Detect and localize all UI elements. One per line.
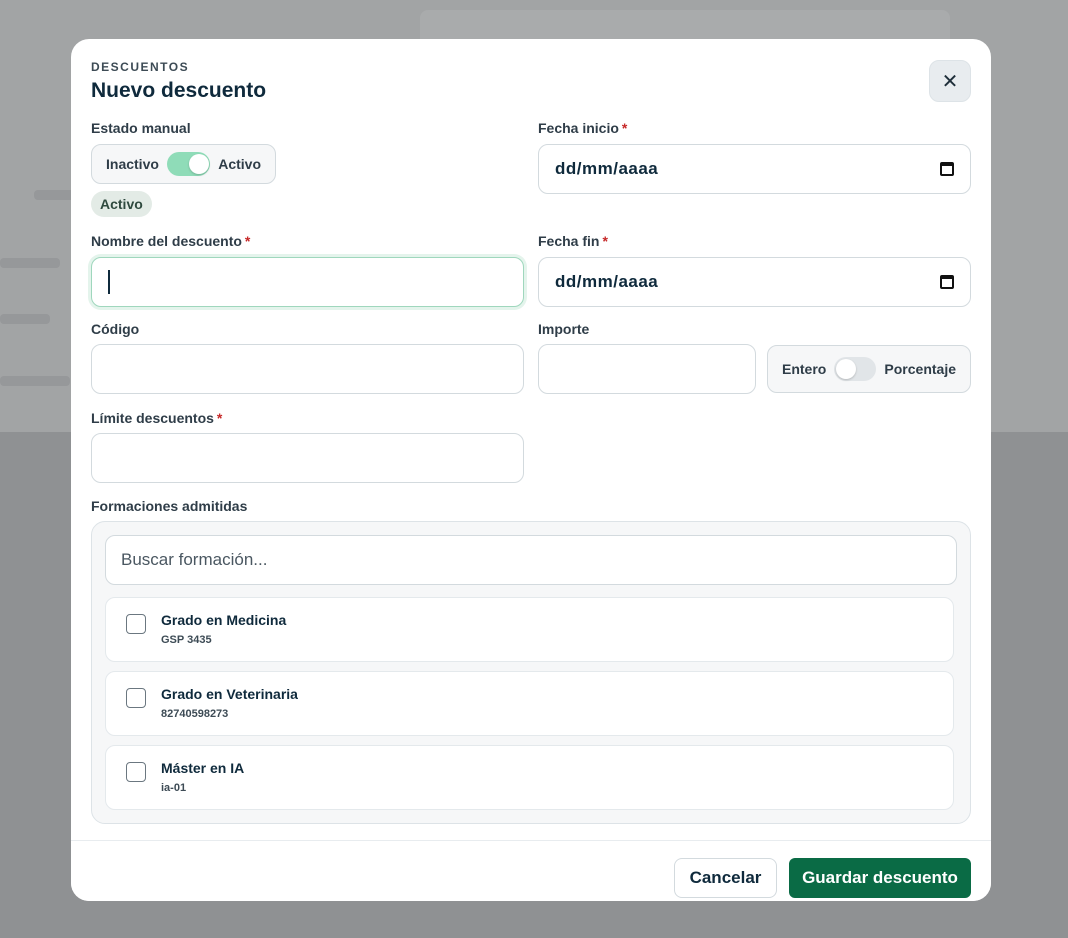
list-item[interactable]: Máster en IA ia-01 xyxy=(105,745,954,810)
list-item[interactable]: Grado en Medicina GSP 3435 xyxy=(105,597,954,662)
modal-footer: Cancelar Guardar descuento xyxy=(71,840,991,901)
list-item[interactable]: Grado en Veterinaria 82740598273 xyxy=(105,671,954,736)
formaciones-search-input[interactable]: Buscar formación... xyxy=(105,535,957,585)
calendar-icon[interactable] xyxy=(940,275,954,289)
formacion-code: GSP 3435 xyxy=(161,634,212,646)
fecha-fin-value: dd/mm/aaaa xyxy=(555,272,659,291)
switch-knob xyxy=(188,154,209,174)
importe-label: Importe xyxy=(538,321,590,337)
fecha-inicio-value: dd/mm/aaaa xyxy=(555,159,659,178)
importe-mode-off-label: Entero xyxy=(782,361,827,377)
close-button[interactable]: ✕ xyxy=(929,60,971,102)
calendar-icon[interactable] xyxy=(940,162,954,176)
nombre-label: Nombre del descuento * xyxy=(91,233,251,249)
modal-eyebrow: DESCUENTOS xyxy=(91,60,190,74)
background-row xyxy=(0,258,60,268)
close-icon: ✕ xyxy=(941,70,959,93)
formaciones-search-placeholder: Buscar formación... xyxy=(121,550,268,569)
codigo-label: Código xyxy=(91,321,140,337)
estado-label: Estado manual xyxy=(91,120,191,136)
importe-input[interactable] xyxy=(538,344,756,394)
formacion-code: 82740598273 xyxy=(161,708,229,720)
nombre-input[interactable] xyxy=(91,257,524,307)
formacion-checkbox[interactable] xyxy=(126,614,146,634)
switch-knob xyxy=(836,359,857,379)
fecha-inicio-input[interactable]: dd/mm/aaaa xyxy=(538,144,971,194)
text-caret xyxy=(108,270,110,294)
save-discount-button[interactable]: Guardar descuento xyxy=(789,858,971,898)
formacion-code: ia-01 xyxy=(161,782,187,794)
modal-title: Nuevo descuento xyxy=(91,79,267,102)
estado-switch[interactable] xyxy=(166,152,211,176)
estado-off-label: Inactivo xyxy=(106,156,159,172)
limite-input[interactable] xyxy=(91,433,524,483)
estado-toggle-group: Inactivo Activo xyxy=(91,144,276,184)
limite-label: Límite descuentos * xyxy=(91,410,223,426)
formacion-name: Máster en IA xyxy=(161,760,245,776)
formacion-checkbox[interactable] xyxy=(126,688,146,708)
formaciones-label: Formaciones admitidas xyxy=(91,498,248,514)
importe-mode-switch[interactable] xyxy=(834,357,877,381)
background-tab xyxy=(34,190,74,200)
importe-mode-toggle-group: Entero Porcentaje xyxy=(767,345,971,393)
fecha-fin-input[interactable]: dd/mm/aaaa xyxy=(538,257,971,307)
formaciones-panel: Buscar formación... Grado en Medicina GS… xyxy=(91,521,971,824)
background-row xyxy=(0,314,50,324)
importe-mode-on-label: Porcentaje xyxy=(884,361,956,377)
fecha-inicio-label: Fecha inicio * xyxy=(538,120,628,136)
codigo-input[interactable] xyxy=(91,344,524,394)
formacion-checkbox[interactable] xyxy=(126,762,146,782)
status-badge: Activo xyxy=(91,191,152,217)
formacion-name: Grado en Veterinaria xyxy=(161,686,298,702)
cancel-button[interactable]: Cancelar xyxy=(674,858,777,898)
new-discount-modal: DESCUENTOS Nuevo descuento ✕ Estado manu… xyxy=(71,39,991,901)
background-row xyxy=(0,376,70,386)
formacion-name: Grado en Medicina xyxy=(161,612,287,628)
fecha-fin-label: Fecha fin * xyxy=(538,233,608,249)
estado-on-label: Activo xyxy=(218,156,261,172)
